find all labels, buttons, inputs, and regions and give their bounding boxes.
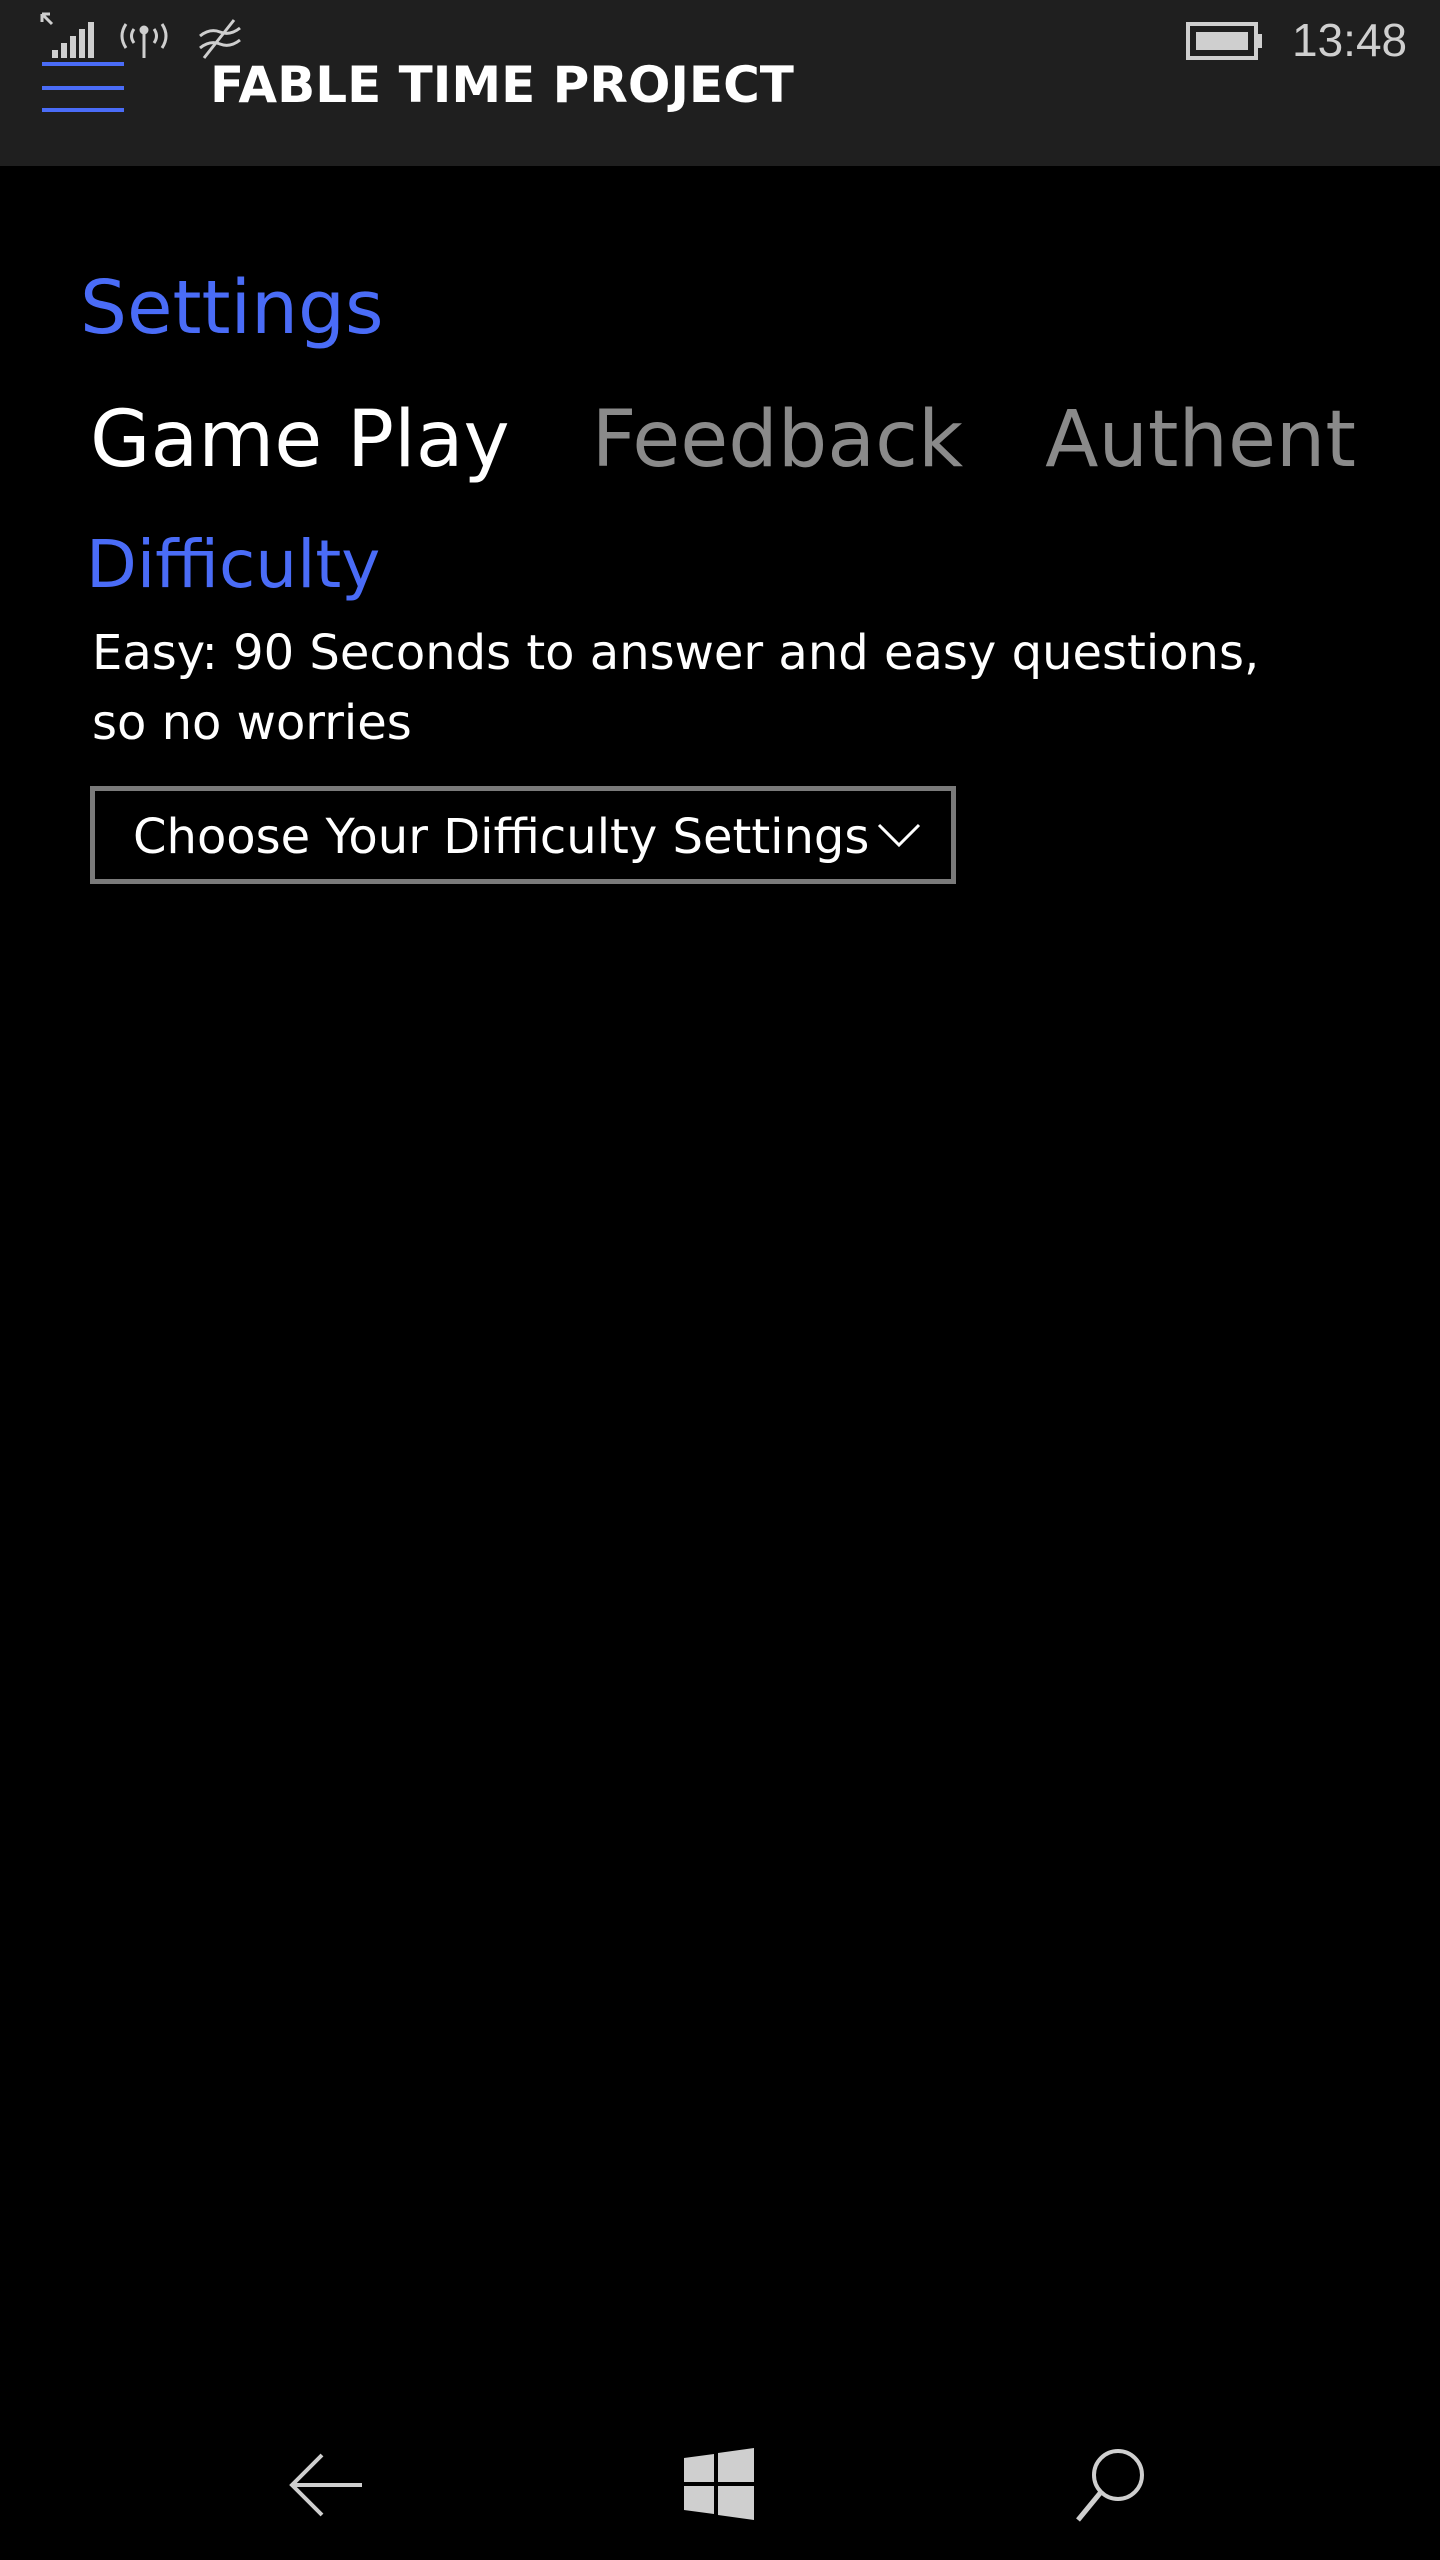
page-title: Settings — [80, 265, 384, 351]
back-arrow-icon[interactable] — [272, 2440, 382, 2530]
network-icon — [199, 19, 241, 59]
search-icon[interactable] — [1058, 2440, 1168, 2530]
hamburger-line — [42, 108, 124, 112]
signal-icon — [40, 12, 94, 58]
hamburger-line — [42, 86, 124, 90]
dropdown-selected-value: Choose Your Difficulty Settings — [133, 809, 870, 865]
pivot-tabs: Game Play Feedback Authentica — [90, 390, 1360, 500]
difficulty-dropdown[interactable]: Choose Your Difficulty Settings — [90, 786, 956, 884]
battery-icon — [1186, 20, 1266, 66]
tab-authentication[interactable]: Authentica — [1045, 390, 1360, 490]
hamburger-line — [42, 62, 124, 66]
status-time: 13:48 — [1292, 14, 1408, 66]
tab-game-play[interactable]: Game Play — [90, 390, 510, 490]
tab-feedback[interactable]: Feedback — [592, 390, 963, 490]
section-heading-difficulty: Difficulty — [86, 526, 381, 603]
app-screen: 13:48 FABLE TIME PROJECT Settings Game P… — [0, 0, 1440, 2560]
windows-start-icon[interactable] — [664, 2440, 774, 2530]
wifi-calling-icon — [120, 23, 168, 58]
difficulty-description: Easy: 90 Seconds to answer and easy ques… — [92, 625, 1260, 751]
app-title: FABLE TIME PROJECT — [210, 56, 794, 114]
hamburger-icon[interactable] — [38, 62, 128, 118]
status-icons — [38, 10, 258, 62]
header-bar: 13:48 FABLE TIME PROJECT — [0, 0, 1440, 166]
bottom-nav-bar — [0, 2410, 1440, 2560]
chevron-down-icon — [877, 821, 921, 853]
